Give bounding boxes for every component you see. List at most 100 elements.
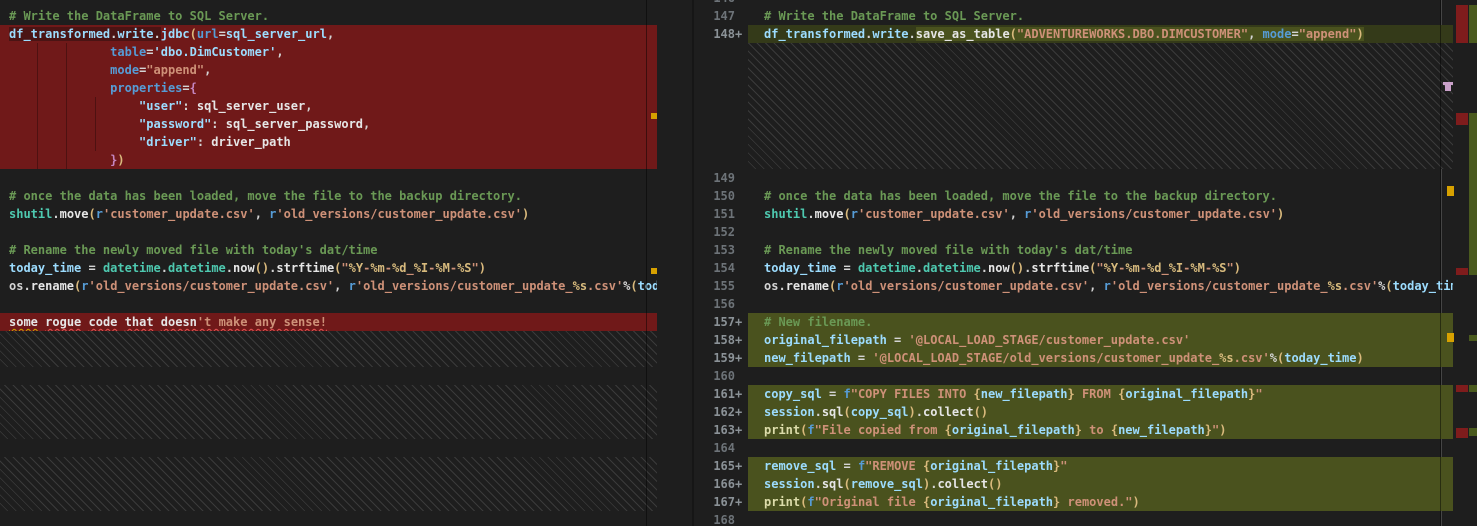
line-number[interactable]: 165+ — [694, 457, 735, 475]
line-number[interactable]: 167+ — [694, 493, 735, 511]
code-line[interactable]: shutil.move(r'customer_update.csv', r'ol… — [748, 205, 1453, 223]
code-line[interactable]: df_transformed.write.jdbc(url=sql_server… — [0, 25, 657, 43]
code-line[interactable]: # Rename the newly moved file with today… — [748, 241, 1453, 259]
code-line[interactable]: "password": sql_server_password, — [0, 115, 657, 133]
code-token: sql_server_password — [226, 117, 363, 131]
code-line[interactable]: # Write the DataFrame to SQL Server. — [748, 7, 1453, 25]
code-token: print — [764, 423, 800, 437]
code-line[interactable] — [0, 295, 657, 313]
line-number[interactable]: 147 — [694, 7, 735, 25]
code-token: " — [1125, 495, 1132, 509]
code-line[interactable]: properties={ — [0, 79, 657, 97]
diff-pane-original[interactable]: # Write the DataFrame to SQL Server.df_t… — [0, 0, 657, 526]
code-line[interactable] — [0, 0, 657, 7]
line-number[interactable]: 163+ — [694, 421, 735, 439]
code-line[interactable]: session.sql(copy_sql).collect() — [748, 403, 1453, 421]
code-line[interactable]: # once the data has been loaded, move th… — [0, 187, 657, 205]
code-token — [9, 99, 139, 113]
code-line[interactable]: original_filepath = '@LOCAL_LOAD_STAGE/c… — [748, 331, 1453, 349]
line-number[interactable]: 148+ — [694, 25, 735, 43]
code-line[interactable]: print(f"File copied from {original_filep… — [748, 421, 1453, 439]
code-line[interactable]: new_filepath = '@LOCAL_LOAD_STAGE/old_ve… — [748, 349, 1453, 367]
code-token: %s — [1219, 351, 1233, 365]
code-line[interactable]: mode="append", — [0, 61, 657, 79]
code-line[interactable]: table='dbo.DimCustomer', — [0, 43, 657, 61]
line-number[interactable]: 155 — [694, 277, 735, 295]
line-number[interactable]: 164 — [694, 439, 735, 457]
code-token: f — [807, 495, 814, 509]
line-number[interactable]: 166+ — [694, 475, 735, 493]
code-line[interactable]: remove_sql = f"REMOVE {original_filepath… — [748, 457, 1453, 475]
line-number[interactable]: 168 — [694, 511, 735, 526]
code-line[interactable]: # Write the DataFrame to SQL Server. — [0, 7, 657, 25]
code-token: "File copied from — [815, 423, 945, 437]
line-number[interactable]: 157+ — [694, 313, 735, 331]
code-token: () — [974, 405, 988, 419]
code-line[interactable] — [748, 0, 1453, 7]
line-number[interactable]: 153 — [694, 241, 735, 259]
line-number[interactable]: 159+ — [694, 349, 735, 367]
code-line[interactable]: "driver": driver_path — [0, 133, 657, 151]
code-token: , — [276, 45, 283, 59]
right-cursor-marker — [1445, 85, 1451, 91]
code-line[interactable]: some rogue code that doesn't make any se… — [0, 313, 657, 331]
code-token: %I — [414, 261, 428, 275]
code-line[interactable] — [748, 439, 1453, 457]
code-token: = — [836, 261, 858, 275]
right-overview-warning — [1447, 333, 1454, 342]
code-line[interactable]: print(f"Original file {original_filepath… — [748, 493, 1453, 511]
code-line[interactable] — [0, 223, 657, 241]
code-token: = — [851, 351, 873, 365]
added-line-plus: + — [735, 25, 742, 43]
code-line[interactable] — [0, 439, 657, 457]
left-overview-warning — [651, 268, 657, 274]
code-line[interactable]: "user": sql_server_user, — [0, 97, 657, 115]
code-line[interactable]: today_time = datetime.datetime.now().str… — [0, 259, 657, 277]
code-token: sql_server_url — [226, 27, 327, 41]
line-number[interactable]: 158+ — [694, 331, 735, 349]
code-line[interactable]: shutil.move(r'customer_update.csv', r'ol… — [0, 205, 657, 223]
line-number[interactable]: 150 — [694, 187, 735, 205]
line-number[interactable]: 151 — [694, 205, 735, 223]
code-line[interactable]: # once the data has been loaded, move th… — [748, 187, 1453, 205]
code-line[interactable] — [0, 367, 657, 385]
code-line[interactable] — [748, 367, 1453, 385]
code-line[interactable] — [0, 169, 657, 187]
code-line[interactable]: today_time = datetime.datetime.now().str… — [748, 259, 1453, 277]
code-line[interactable]: session.sql(remove_sql).collect() — [748, 475, 1453, 493]
line-number[interactable]: 149 — [694, 169, 735, 187]
code-line[interactable] — [748, 223, 1453, 241]
line-number[interactable]: 152 — [694, 223, 735, 241]
code-line[interactable] — [748, 169, 1453, 187]
code-line[interactable]: os.rename(r'old_versions/customer_update… — [748, 277, 1453, 295]
line-number[interactable]: 161+ — [694, 385, 735, 403]
code-line[interactable]: # Rename the newly moved file with today… — [0, 241, 657, 259]
line-number[interactable]: 160 — [694, 367, 735, 385]
code-line[interactable]: }) — [0, 151, 657, 169]
line-number[interactable]: 162+ — [694, 403, 735, 421]
code-line[interactable]: # New filename. — [748, 313, 1453, 331]
line-number[interactable]: 156 — [694, 295, 735, 313]
code-token: 'old_versions/customer_update.csv' — [276, 207, 522, 221]
indent-guide — [37, 43, 38, 169]
line-number[interactable]: 154 — [694, 259, 735, 277]
code-line[interactable] — [748, 295, 1453, 313]
code-line[interactable] — [748, 511, 1453, 526]
code-token: .csv' — [587, 279, 623, 293]
code-token: url — [197, 27, 219, 41]
line-number[interactable]: 146 — [694, 0, 735, 7]
code-token: "REMOVE — [865, 459, 923, 473]
code-token: original_filepath — [1125, 387, 1248, 401]
code-token: = — [836, 459, 858, 473]
overview-deleted — [1456, 113, 1468, 125]
code-line[interactable]: copy_sql = f"COPY FILES INTO {new_filepa… — [748, 385, 1453, 403]
diff-filler — [0, 385, 657, 439]
modified-code-area[interactable]: # Write the DataFrame to SQL Server.df_t… — [748, 0, 1453, 526]
code-token: , — [305, 99, 312, 113]
code-line[interactable] — [0, 511, 657, 526]
code-line[interactable]: os.rename(r'old_versions/customer_update… — [0, 277, 657, 295]
code-token — [9, 135, 139, 149]
diff-pane-modified[interactable]: 146147148+149150151152153154155156157+15… — [694, 0, 1477, 526]
code-line[interactable]: df_transformed.write.save_as_table("ADVE… — [748, 25, 1453, 43]
code-token: } — [1067, 387, 1074, 401]
